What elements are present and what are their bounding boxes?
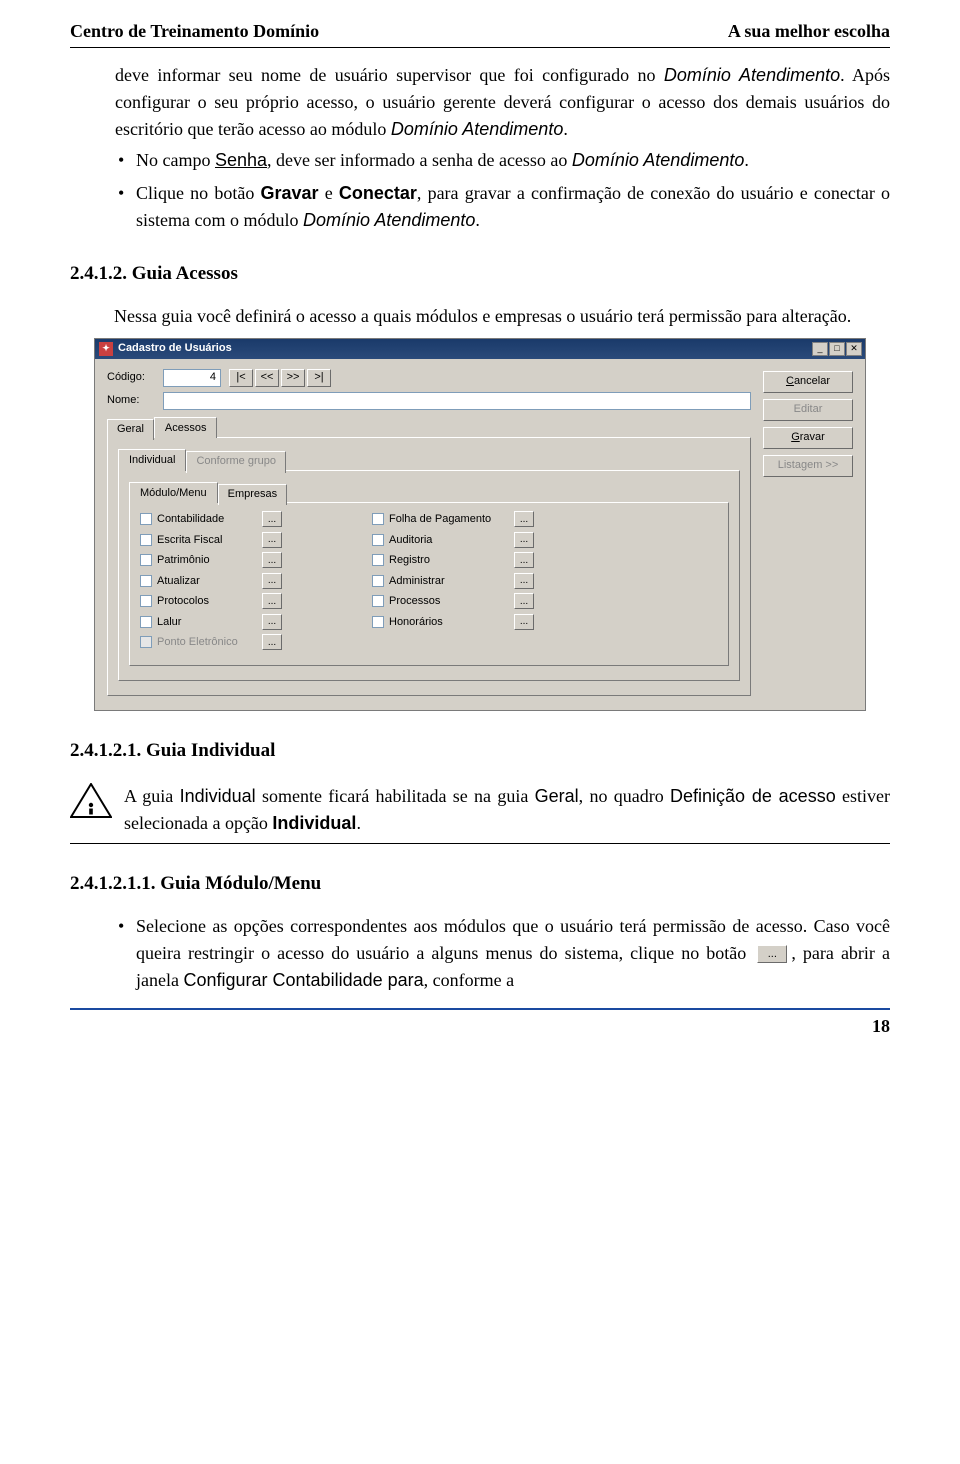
checkbox-label: Patrimônio — [157, 552, 257, 569]
section-title-modulo-menu: 2.4.1.2.1.1. Guia Módulo/Menu — [70, 870, 890, 899]
checkbox-honorarios[interactable] — [372, 616, 384, 628]
app-icon: ✦ — [99, 342, 113, 356]
bullet-gravar-conectar: Clique no botão Gravar e Conectar, para … — [136, 180, 890, 234]
minimize-button[interactable]: _ — [812, 342, 828, 356]
nav-prev-button[interactable]: << — [255, 369, 279, 387]
checkbox-label: Auditoria — [389, 532, 509, 549]
nome-input[interactable] — [163, 392, 751, 410]
checkbox-patrimonio[interactable] — [140, 554, 152, 566]
ellipsis-button[interactable]: ... — [262, 511, 282, 527]
checkbox-administrar[interactable] — [372, 575, 384, 587]
header-right: A sua melhor escolha — [728, 18, 890, 45]
page-number: 18 — [872, 1013, 890, 1040]
codigo-label: Código: — [107, 369, 155, 386]
page-header: Centro de Treinamento Domínio A sua melh… — [70, 18, 890, 48]
nav-last-button[interactable]: >| — [307, 369, 331, 387]
ellipsis-button[interactable]: ... — [262, 614, 282, 630]
header-left: Centro de Treinamento Domínio — [70, 18, 319, 45]
checkbox-escrita-fiscal[interactable] — [140, 534, 152, 546]
ellipsis-button[interactable]: ... — [262, 573, 282, 589]
ellipsis-button[interactable]: ... — [514, 614, 534, 630]
checkbox-processos[interactable] — [372, 595, 384, 607]
info-box: A guia Individual somente ficará habilit… — [70, 779, 890, 844]
section-intro: Nessa guia você definirá o acesso a quai… — [70, 303, 890, 330]
ellipsis-button[interactable]: ... — [514, 552, 534, 568]
section-title-acessos: 2.4.1.2. Guia Acessos — [70, 260, 890, 289]
ellipsis-button[interactable]: ... — [262, 593, 282, 609]
tab-modulo-menu[interactable]: Módulo/Menu — [129, 482, 218, 504]
ellipsis-button[interactable]: ... — [262, 552, 282, 568]
checkbox-contabilidade[interactable] — [140, 513, 152, 525]
checkbox-protocolos[interactable] — [140, 595, 152, 607]
tab-conforme-grupo: Conforme grupo — [186, 451, 286, 473]
bullet-senha: No campo Senha, deve ser informado a sen… — [136, 147, 890, 174]
dialog-title: Cadastro de Usuários — [118, 340, 812, 357]
section-title-individual: 2.4.1.2.1. Guia Individual — [70, 737, 890, 766]
inline-ellipsis-button[interactable]: ... — [757, 945, 787, 963]
listagem-button: Listagem >> — [763, 455, 853, 477]
codigo-input[interactable]: 4 — [163, 369, 221, 387]
tab-acessos[interactable]: Acessos — [154, 417, 218, 439]
tab-individual[interactable]: Individual — [118, 449, 186, 471]
checkbox-label: Protocolos — [157, 593, 257, 610]
tab-geral[interactable]: Geral — [107, 419, 154, 441]
checkbox-folha-pagamento[interactable] — [372, 513, 384, 525]
checkbox-label: Processos — [389, 593, 509, 610]
ellipsis-button[interactable]: ... — [262, 532, 282, 548]
close-button[interactable]: ✕ — [846, 342, 862, 356]
tab-empresas[interactable]: Empresas — [218, 484, 288, 506]
checkbox-label: Ponto Eletrônico — [157, 634, 257, 651]
checkbox-lalur[interactable] — [140, 616, 152, 628]
checkbox-label: Registro — [389, 552, 509, 569]
checkbox-registro[interactable] — [372, 554, 384, 566]
checkbox-label: Folha de Pagamento — [389, 511, 509, 528]
ellipsis-button[interactable]: ... — [514, 593, 534, 609]
checkbox-label: Administrar — [389, 573, 509, 590]
info-icon — [70, 783, 112, 819]
cancelar-button[interactable]: Cancelar — [763, 371, 853, 393]
maximize-button[interactable]: □ — [829, 342, 845, 356]
checkbox-atualizar[interactable] — [140, 575, 152, 587]
bullet-selecione-opcoes: Selecione as opções correspondentes aos … — [136, 913, 890, 994]
checkbox-label: Atualizar — [157, 573, 257, 590]
ellipsis-button[interactable]: ... — [262, 634, 282, 650]
gravar-button[interactable]: Gravar — [763, 427, 853, 449]
checkbox-ponto-eletronico — [140, 636, 152, 648]
page-footer: 18 — [70, 1008, 890, 1040]
checkbox-label: Contabilidade — [157, 511, 257, 528]
nav-first-button[interactable]: |< — [229, 369, 253, 387]
nome-label: Nome: — [107, 392, 155, 409]
checkbox-label: Honorários — [389, 614, 509, 631]
checkbox-label: Escrita Fiscal — [157, 532, 257, 549]
ellipsis-button[interactable]: ... — [514, 573, 534, 589]
ellipsis-button[interactable]: ... — [514, 511, 534, 527]
dialog-titlebar: ✦ Cadastro de Usuários _ □ ✕ — [95, 339, 865, 359]
dialog-cadastro-usuarios: ✦ Cadastro de Usuários _ □ ✕ Código: 4 |… — [94, 338, 866, 711]
checkbox-label: Lalur — [157, 614, 257, 631]
editar-button: Editar — [763, 399, 853, 421]
nav-next-button[interactable]: >> — [281, 369, 305, 387]
paragraph-continuation: deve informar seu nome de usuário superv… — [70, 62, 890, 143]
ellipsis-button[interactable]: ... — [514, 532, 534, 548]
checkbox-auditoria[interactable] — [372, 534, 384, 546]
